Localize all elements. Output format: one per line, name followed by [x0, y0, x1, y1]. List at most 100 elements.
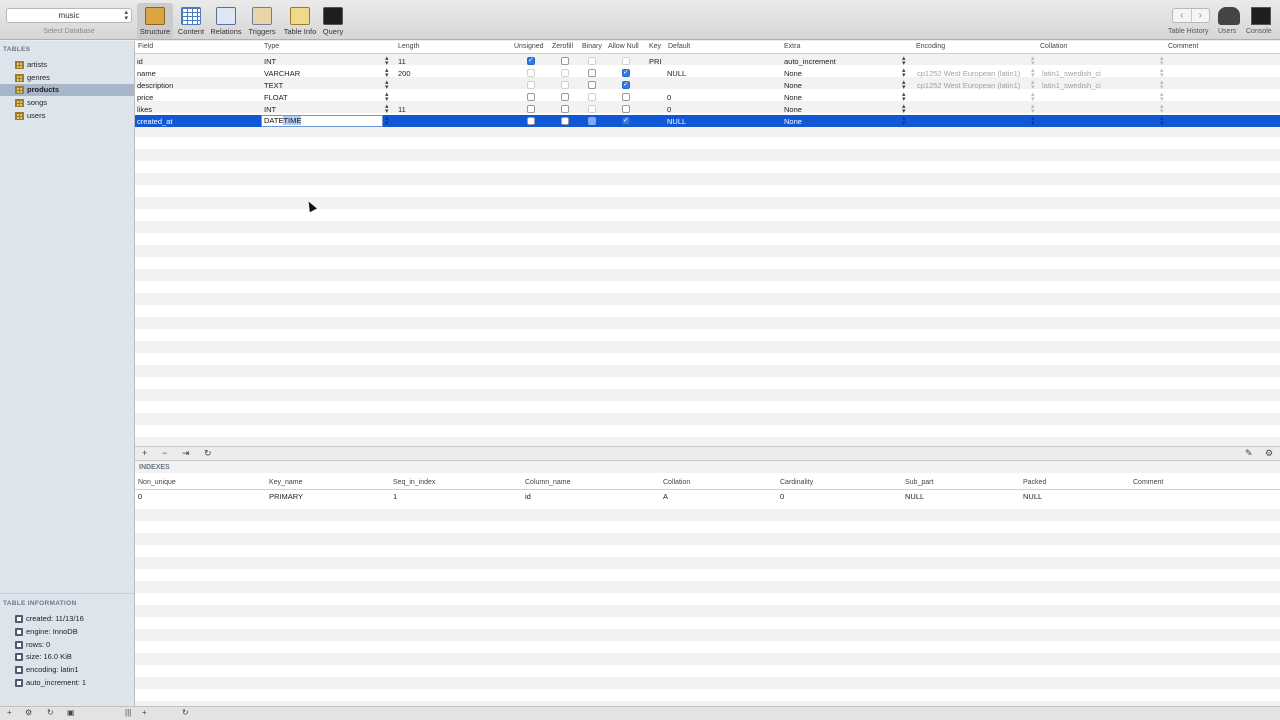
binary-checkbox[interactable] — [588, 93, 596, 101]
zerofill-checkbox[interactable] — [561, 93, 569, 101]
extra-cell[interactable]: None — [784, 117, 802, 126]
col-length[interactable]: Length — [398, 43, 419, 50]
col-binary[interactable]: Binary — [582, 43, 602, 50]
triggers-button[interactable]: Triggers — [246, 3, 278, 39]
stepper-icon[interactable]: ▴ ▾ — [1031, 115, 1035, 127]
stepper-icon[interactable]: ▴ ▾ — [902, 103, 906, 115]
idx-col-seq[interactable]: Seq_in_index — [393, 479, 435, 486]
type-cell[interactable]: VARCHAR — [264, 69, 300, 78]
refresh-icon[interactable]: ↻ — [47, 708, 54, 717]
query-button[interactable]: Query — [320, 3, 346, 39]
relations-button[interactable]: Relations — [208, 3, 244, 39]
collation-cell[interactable]: latin1_swedish_ci — [1042, 69, 1101, 78]
stepper-icon[interactable]: ▴ ▾ — [385, 91, 389, 103]
remove-field-button[interactable]: − — [162, 448, 167, 458]
structure-button[interactable]: Structure — [137, 3, 173, 39]
table-row[interactable]: price FLOAT 0 None ▴ ▾ ▴ ▾ ▴ ▾ ▴ ▾ — [135, 91, 1280, 103]
default-cell[interactable]: 0 — [667, 93, 671, 102]
length-cell[interactable]: 11 — [398, 105, 406, 114]
col-allow-null[interactable]: Allow Null — [608, 43, 639, 50]
extra-cell[interactable]: auto_increment — [784, 57, 836, 66]
duplicate-field-button[interactable]: ⇥ — [182, 448, 190, 459]
forward-arrow-icon[interactable]: › — [1192, 9, 1210, 22]
col-unsigned[interactable]: Unsigned — [514, 43, 544, 50]
refresh-icon[interactable]: ↻ — [182, 708, 189, 717]
filter-icon[interactable]: ▣ — [67, 708, 75, 717]
allow-null-checkbox[interactable] — [622, 57, 630, 65]
stepper-icon[interactable]: ▴ ▾ — [385, 103, 389, 115]
history-nav[interactable]: ‹ › — [1172, 8, 1210, 23]
table-row[interactable]: id INT 11 PRI auto_increment ▴ ▾ ▴ ▾ ▴ ▾ ▴ ▾ — [135, 55, 1280, 67]
col-key[interactable]: Key — [649, 43, 661, 50]
binary-checkbox[interactable] — [588, 105, 596, 113]
zerofill-checkbox[interactable] — [561, 57, 569, 65]
type-cell[interactable]: INT — [264, 57, 276, 66]
stepper-icon[interactable]: ▴ ▾ — [902, 67, 906, 79]
allow-null-checkbox[interactable] — [622, 80, 630, 89]
table-row[interactable]: name VARCHAR 200 NULL None cp1252 West Europe… — [135, 67, 1280, 79]
stepper-icon[interactable]: ▴ ▾ — [1160, 67, 1164, 79]
unsigned-checkbox[interactable] — [527, 69, 535, 77]
stepper-icon[interactable]: ▴ ▾ — [385, 79, 389, 91]
stepper-icon[interactable]: ▴ ▾ — [1160, 55, 1164, 67]
idx-col-collation[interactable]: Collation — [663, 479, 690, 486]
table-row[interactable]: created_atNULLNone▴▾▴▾▴▾▴▾DATETIME — [135, 115, 1280, 127]
field-cell[interactable]: created_at — [137, 117, 172, 126]
add-table-button[interactable]: + — [7, 708, 12, 717]
allow-null-checkbox[interactable] — [622, 68, 630, 77]
idx-col-non-unique[interactable]: Non_unique — [138, 479, 176, 486]
field-cell[interactable]: id — [137, 57, 143, 66]
idx-col-column-name[interactable]: Column_name — [525, 479, 571, 486]
table-row[interactable]: description TEXT None cp1252 West European … — [135, 79, 1280, 91]
type-cell[interactable]: INT — [264, 105, 276, 114]
users-button[interactable]: Users — [1216, 5, 1242, 39]
type-input[interactable]: DATETIME — [261, 115, 383, 127]
add-row-button[interactable]: + — [142, 708, 147, 717]
refresh-button[interactable]: ↻ — [204, 448, 212, 459]
default-cell[interactable]: NULL — [667, 69, 686, 78]
extra-cell[interactable]: None — [784, 81, 802, 90]
length-cell[interactable]: 200 — [398, 69, 411, 78]
console-button[interactable]: Console — [1245, 5, 1277, 39]
stepper-icon[interactable]: ▴ ▾ — [902, 79, 906, 91]
zerofill-checkbox[interactable] — [561, 117, 569, 125]
unsigned-checkbox[interactable] — [527, 105, 535, 113]
table-row[interactable]: 0 PRIMARY 1 id A 0 NULL NULL — [135, 490, 1280, 502]
type-cell[interactable]: TEXT — [264, 81, 283, 90]
sidebar-item-songs[interactable]: songs — [0, 97, 134, 109]
collation-cell[interactable]: latin1_swedish_ci — [1042, 81, 1101, 90]
idx-col-key-name[interactable]: Key_name — [269, 479, 302, 486]
idx-col-packed[interactable]: Packed — [1023, 479, 1046, 486]
stepper-icon[interactable]: ▴ ▾ — [385, 67, 389, 79]
unsigned-checkbox[interactable] — [527, 117, 535, 125]
unsigned-checkbox[interactable] — [527, 81, 535, 89]
encoding-cell[interactable]: cp1252 West European (latin1) — [917, 69, 1020, 78]
field-cell[interactable]: description — [137, 81, 173, 90]
unsigned-checkbox[interactable] — [527, 93, 535, 101]
sidebar-item-products[interactable]: products — [0, 84, 134, 96]
col-comment[interactable]: Comment — [1168, 43, 1198, 50]
stepper-icon[interactable]: ▴ ▾ — [1031, 79, 1035, 91]
sidebar-item-artists[interactable]: artists — [0, 59, 134, 71]
gear-icon[interactable]: ⚙ — [1265, 448, 1273, 459]
binary-checkbox[interactable] — [588, 69, 596, 77]
col-encoding[interactable]: Encoding — [916, 43, 945, 50]
stepper-icon[interactable]: ▴ ▾ — [902, 115, 906, 127]
key-cell[interactable]: PRI — [649, 57, 662, 66]
col-default[interactable]: Default — [668, 43, 690, 50]
table-info-button[interactable]: Table Info — [281, 3, 319, 39]
table-row[interactable]: likes INT 11 0 None ▴ ▾ ▴ ▾ ▴ ▾ ▴ ▾ — [135, 103, 1280, 115]
idx-col-comment[interactable]: Comment — [1133, 479, 1163, 486]
default-cell[interactable]: 0 — [667, 105, 671, 114]
length-cell[interactable]: 11 — [398, 57, 406, 66]
stepper-icon[interactable]: ▴ ▾ — [1031, 67, 1035, 79]
default-cell[interactable]: NULL — [667, 117, 686, 126]
idx-col-cardinality[interactable]: Cardinality — [780, 479, 813, 486]
zerofill-checkbox[interactable] — [561, 69, 569, 77]
col-collation[interactable]: Collation — [1040, 43, 1067, 50]
extra-cell[interactable]: None — [784, 93, 802, 102]
stepper-icon[interactable]: ▴ ▾ — [1031, 55, 1035, 67]
stepper-icon[interactable]: ▴ ▾ — [385, 55, 389, 67]
stepper-icon[interactable]: ▴ ▾ — [1160, 79, 1164, 91]
edit-pencil-icon[interactable]: ✎ — [1245, 448, 1253, 459]
